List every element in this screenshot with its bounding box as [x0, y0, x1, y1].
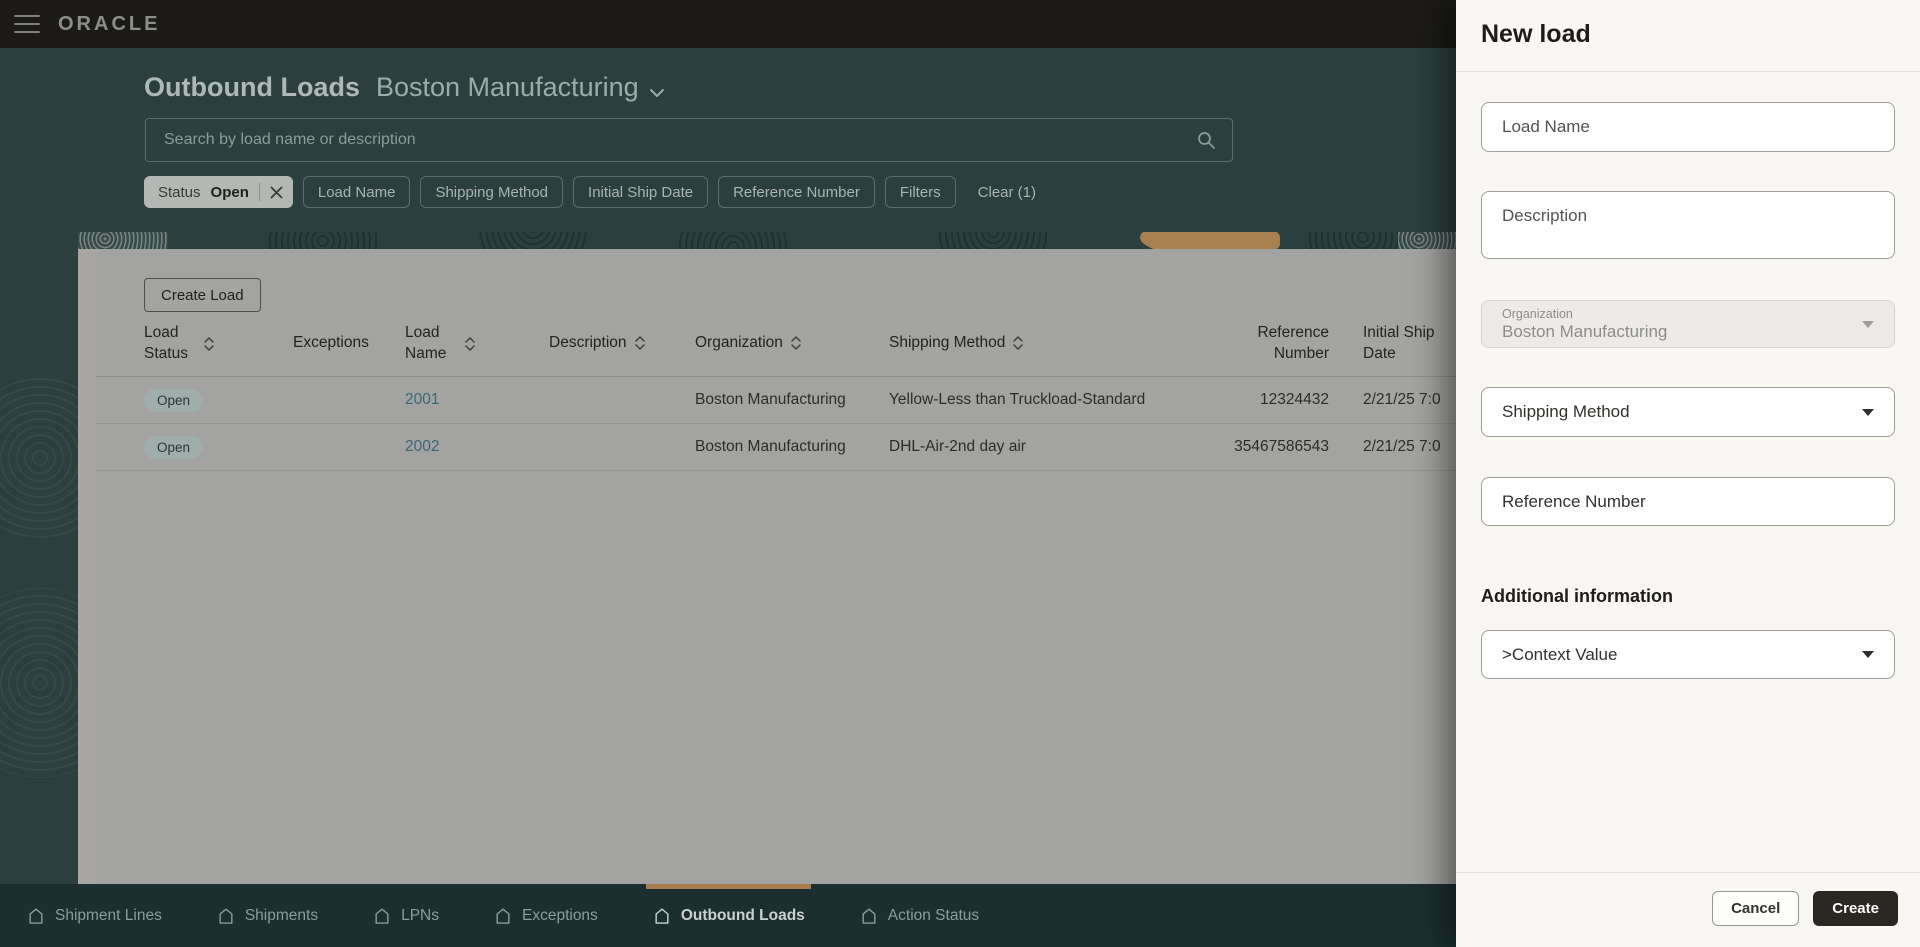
column-header-organization[interactable]: Organization [695, 333, 889, 353]
sort-icon[interactable] [634, 336, 645, 351]
screen-icon [216, 906, 236, 926]
cell-shipping-method: DHL-Air-2nd day air [889, 438, 1026, 455]
column-header-load-name[interactable]: Load Name [405, 323, 549, 363]
oracle-logo: ORACLE [58, 12, 161, 35]
additional-information-heading: Additional information [1481, 586, 1673, 606]
bottom-nav-tab-outbound-loads[interactable]: Outbound Loads [645, 884, 811, 947]
filter-chip-load-name[interactable]: Load Name [302, 176, 411, 208]
cell-organization: Boston Manufacturing [695, 391, 846, 408]
cell-organization: Boston Manufacturing [695, 438, 846, 455]
sort-icon[interactable] [204, 336, 214, 351]
filter-chip-status[interactable]: Status Open [144, 176, 293, 208]
search-input[interactable] [146, 131, 1196, 149]
dropdown-caret-icon [1862, 408, 1874, 416]
load-name-input[interactable] [1482, 103, 1894, 151]
context-value-select[interactable]: >Context Value [1481, 630, 1895, 679]
load-name-link[interactable]: 2001 [405, 391, 439, 408]
drawer-footer-divider [1456, 872, 1920, 873]
screen-icon [652, 906, 672, 926]
status-badge: Open [144, 435, 204, 459]
filter-chip-status-value: Open [210, 183, 249, 201]
clear-filters-link[interactable]: Clear (1) [978, 184, 1036, 201]
organization-field-label: Organization [1502, 306, 1573, 321]
description-field [1481, 191, 1895, 259]
sort-icon[interactable] [1013, 336, 1024, 351]
screen-icon [859, 906, 879, 926]
application-window: ORACLE Outbound Loads Boston Manufacturi… [0, 0, 1920, 947]
cell-reference-number: 12324432 [1260, 391, 1329, 408]
status-badge: Open [144, 388, 204, 412]
bottom-nav-tab-shipment-lines[interactable]: Shipment Lines [20, 884, 168, 947]
screen-icon [493, 906, 513, 926]
page-header: Outbound Loads Boston Manufacturing [144, 72, 665, 103]
screen-icon [372, 906, 392, 926]
search-box [145, 118, 1233, 162]
sort-icon[interactable] [465, 336, 475, 351]
dropdown-caret-icon [1862, 320, 1874, 328]
bottom-nav-tab-exceptions[interactable]: Exceptions [487, 884, 604, 947]
cancel-button[interactable]: Cancel [1712, 891, 1800, 926]
table-row: Open 2002 Boston Manufacturing DHL-Air-2nd … [96, 424, 1552, 471]
close-icon[interactable] [270, 186, 283, 199]
chip-divider [258, 183, 260, 201]
background-pattern-left [0, 48, 78, 884]
filter-chip-initial-ship-date[interactable]: Initial Ship Date [573, 176, 709, 208]
cell-reference-number: 35467586543 [1234, 438, 1329, 455]
column-header-exceptions: Exceptions [293, 334, 369, 352]
reference-number-field [1481, 477, 1895, 526]
filter-chip-filters[interactable]: Filters [884, 176, 956, 208]
filter-chip-shipping-method[interactable]: Shipping Method [420, 176, 564, 208]
bottom-nav-tab-lpns[interactable]: LPNs [366, 884, 445, 947]
load-name-link[interactable]: 2002 [405, 438, 439, 455]
drawer-actions: Cancel Create [1712, 891, 1898, 926]
screen-icon [26, 906, 46, 926]
load-name-field [1481, 102, 1895, 152]
context-value-select-label: >Context Value [1502, 644, 1618, 664]
drawer-title: New load [1481, 20, 1591, 48]
shipping-method-select[interactable]: Shipping Method [1481, 387, 1895, 437]
create-button[interactable]: Create [1813, 891, 1898, 926]
organization-selector[interactable]: Boston Manufacturing [376, 72, 665, 103]
column-header-load-status[interactable]: Load Status [144, 323, 293, 363]
chevron-down-icon [649, 89, 664, 97]
table-header-row: Load Status Exceptions Load Name Descript… [96, 311, 1552, 377]
column-header-shipping-method[interactable]: Shipping Method [889, 333, 1153, 353]
column-header-reference-number: Reference Number [1257, 324, 1329, 362]
dropdown-caret-icon [1862, 651, 1874, 658]
bottom-nav-tab-action-status[interactable]: Action Status [853, 884, 985, 947]
search-icon[interactable] [1196, 130, 1216, 150]
cell-load-name: 2001 [405, 391, 549, 409]
table-row: Open 2001 Boston Manufacturing Yellow-Less … [96, 377, 1552, 424]
organization-field-disabled: Organization Boston Manufacturing [1481, 300, 1895, 348]
column-header-description[interactable]: Description [549, 333, 695, 353]
shipping-method-select-label: Shipping Method [1502, 402, 1630, 421]
new-load-drawer: New load Organization Boston Manufacturi… [1456, 0, 1920, 947]
sort-icon[interactable] [791, 336, 801, 351]
menu-icon[interactable] [14, 15, 40, 33]
reference-number-input[interactable] [1482, 478, 1894, 525]
filter-chip-row: Status Open Load Name Shipping Method In… [144, 176, 1036, 208]
organization-field-value: Boston Manufacturing [1502, 321, 1668, 341]
cell-load-status: Open [144, 435, 293, 459]
filter-chip-reference-number[interactable]: Reference Number [718, 176, 875, 208]
organization-selector-value: Boston Manufacturing [375, 72, 639, 102]
cell-load-name: 2002 [405, 438, 549, 456]
create-load-button[interactable]: Create Load [144, 278, 261, 312]
drawer-divider [1456, 71, 1920, 72]
page-title: Outbound Loads [144, 72, 360, 102]
filter-chip-status-label: Status [158, 183, 201, 201]
bottom-nav-tab-shipments[interactable]: Shipments [210, 884, 324, 947]
cell-load-status: Open [144, 388, 293, 412]
cell-shipping-method: Yellow-Less than Truckload-Standard [889, 391, 1146, 408]
description-input[interactable] [1482, 192, 1894, 258]
